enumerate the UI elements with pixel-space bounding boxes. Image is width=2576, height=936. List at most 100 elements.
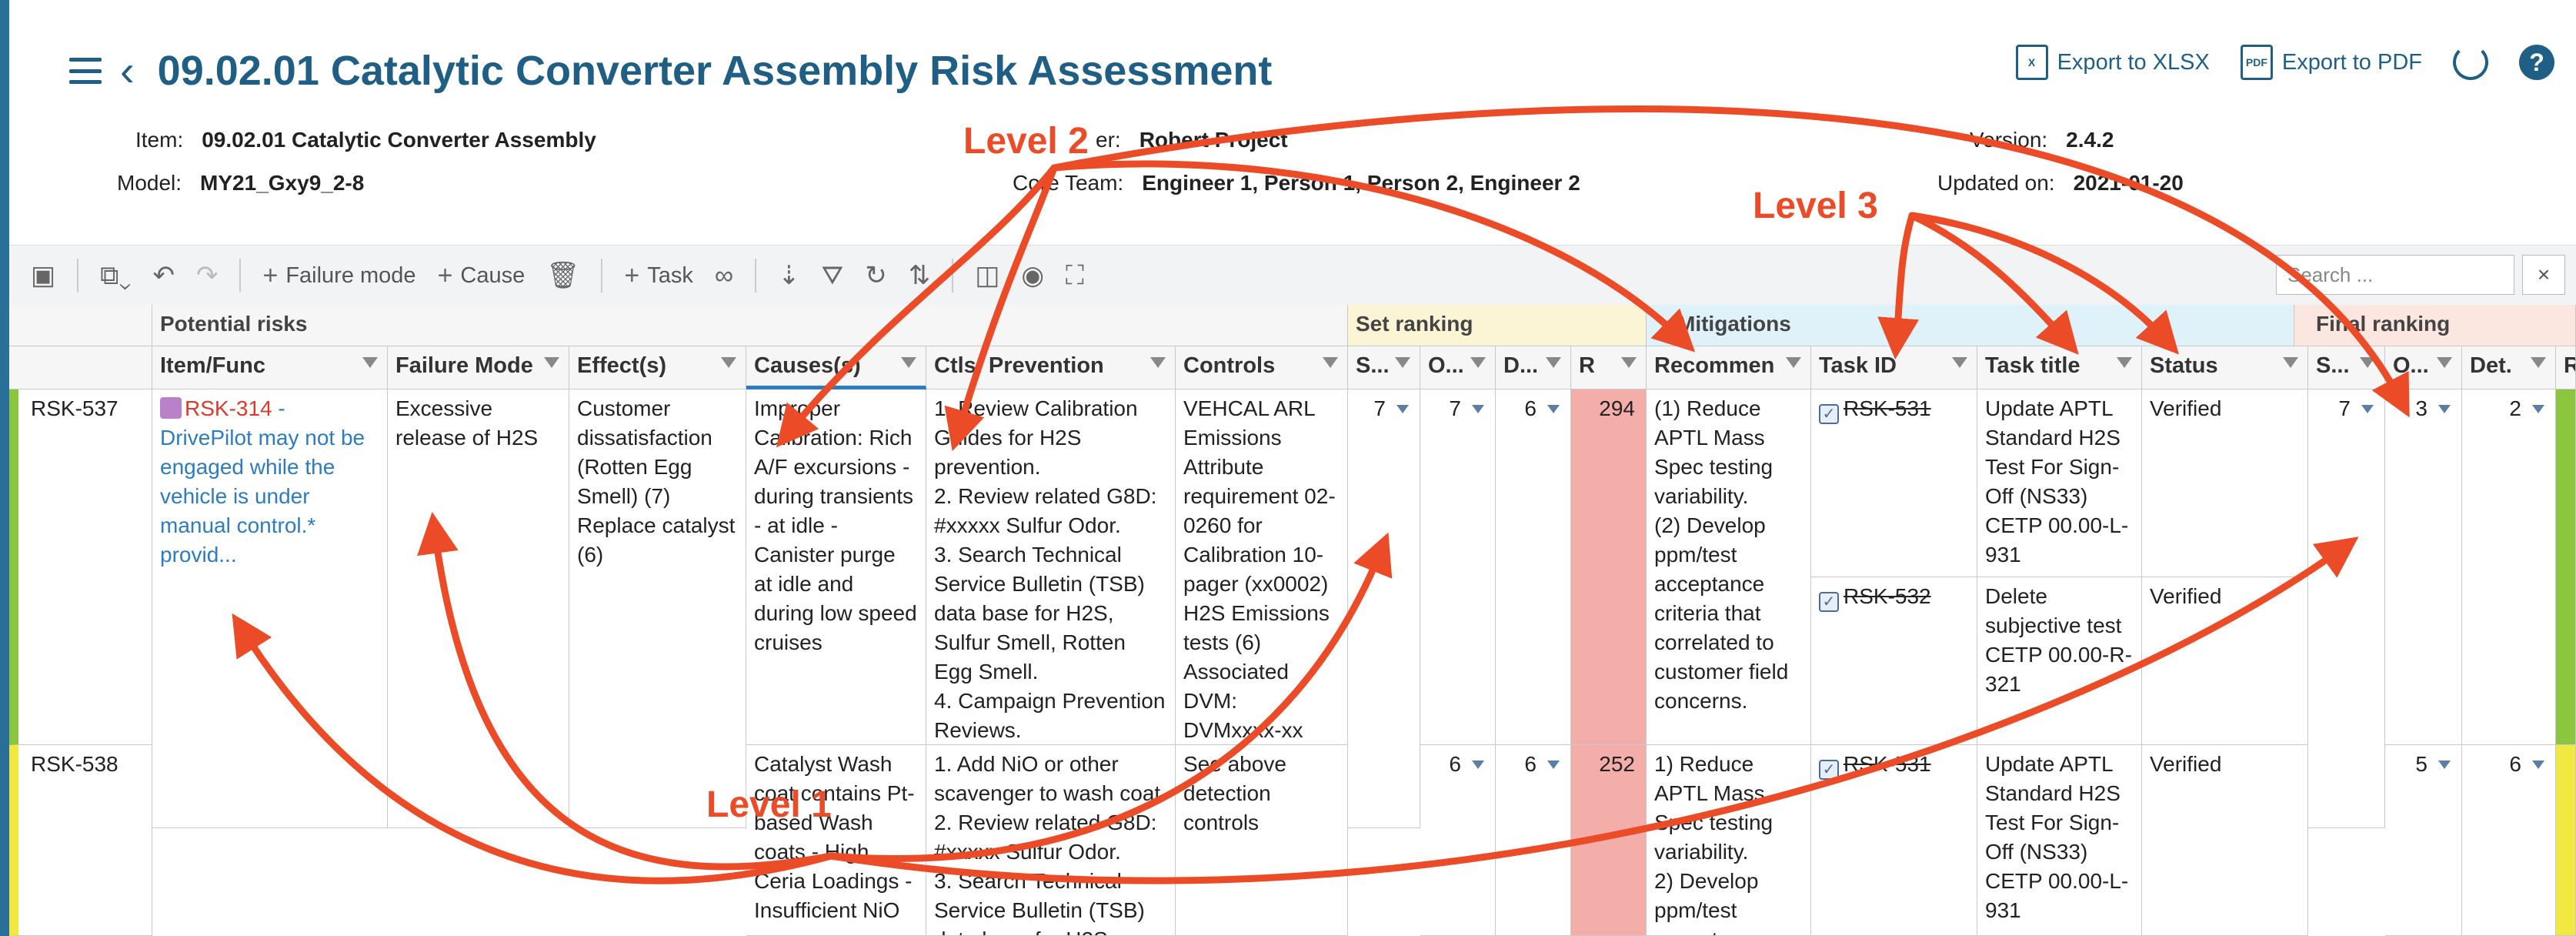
status-cell[interactable]: Verified — [2142, 389, 2308, 577]
col-rpn[interactable]: R — [1571, 346, 1647, 389]
row-id[interactable]: RSK-537 — [9, 389, 152, 745]
dropdown-icon[interactable] — [1396, 405, 1409, 413]
refresh-icon[interactable] — [2453, 45, 2488, 80]
filter-icon[interactable] — [1546, 357, 1561, 368]
col-ctls-prevention[interactable]: Ctls. Prevention — [926, 346, 1176, 389]
final-detection-cell[interactable]: 6 — [2462, 745, 2556, 936]
export-xlsx-button[interactable]: X Export to XLSX — [2015, 45, 2210, 80]
filter-icon[interactable] — [2360, 357, 2375, 368]
fullscreen-button[interactable]: ⛶ — [1066, 261, 1084, 291]
status-cell[interactable]: Verified — [2142, 577, 2308, 745]
dropdown-icon[interactable] — [2532, 760, 2544, 769]
filter-button[interactable]: ⛛ — [822, 261, 844, 291]
checkbox-icon[interactable]: ✓ — [1819, 760, 1839, 780]
filter-icon[interactable] — [2531, 357, 2546, 368]
col-item-func[interactable]: Item/Func — [152, 346, 388, 389]
checkbox-icon[interactable]: ✓ — [1819, 404, 1839, 424]
task-id-value[interactable]: RSK-531 — [1844, 396, 1931, 420]
sort-button[interactable]: ⇣ — [778, 260, 800, 291]
dropdown-icon[interactable] — [1472, 760, 1484, 769]
back-chevron-icon[interactable]: ‹ — [120, 49, 135, 92]
visibility-button[interactable]: ◉ — [1021, 260, 1044, 291]
filter-icon[interactable] — [2117, 357, 2132, 368]
add-cause-button[interactable]: + Cause — [438, 261, 526, 291]
col-final-severity[interactable]: S... — [2308, 346, 2385, 389]
effects-cell[interactable]: Customer dissatisfaction (Rotten Egg Sme… — [569, 389, 746, 828]
export-pdf-button[interactable]: PDF Export to PDF — [2240, 45, 2422, 80]
col-task-title[interactable]: Task title — [1977, 346, 2142, 389]
dropdown-icon[interactable] — [1547, 760, 1560, 769]
filter-icon[interactable] — [1470, 357, 1486, 368]
col-severity[interactable]: S... — [1348, 346, 1420, 389]
final-occurrence-cell[interactable]: 3 — [2385, 389, 2462, 745]
save-button[interactable]: ▣ — [31, 260, 55, 291]
prevention-cell[interactable]: 1. Add NiO or other scavenger to wash co… — [926, 745, 1176, 936]
add-task-button[interactable]: + Task — [624, 261, 693, 291]
col-detection[interactable]: D... — [1496, 346, 1571, 389]
add-failure-mode-button[interactable]: + Failure mode — [262, 261, 415, 291]
col-controls[interactable]: Controls — [1176, 346, 1348, 389]
controls-cell[interactable]: See above detection controls — [1176, 745, 1348, 936]
col-task-id[interactable]: Task ID — [1811, 346, 1977, 389]
help-icon[interactable]: ? — [2519, 45, 2554, 80]
dropdown-icon[interactable] — [2438, 760, 2451, 769]
link-task-button[interactable]: ∞ — [715, 261, 733, 291]
task-id-value[interactable]: RSK-532 — [1844, 584, 1931, 608]
dropdown-icon[interactable] — [1547, 405, 1560, 413]
redo-button[interactable]: ↷ — [196, 260, 219, 291]
col-occurrence[interactable]: O... — [1420, 346, 1496, 389]
occurrence-cell[interactable]: 7 — [1420, 389, 1496, 745]
task-id-value[interactable]: RSK-531 — [1844, 752, 1931, 776]
detection-cell[interactable]: 6 — [1496, 745, 1571, 936]
item-func-cell[interactable]: RSK-314 - DrivePilot may not be engaged … — [152, 389, 388, 828]
filter-icon[interactable] — [1150, 357, 1166, 368]
filter-icon[interactable] — [2283, 357, 2298, 368]
filter-icon[interactable] — [1395, 357, 1410, 368]
task-id-cell[interactable]: ✓ RSK-531 — [1811, 745, 1977, 936]
filter-icon[interactable] — [721, 357, 736, 368]
filter-icon[interactable] — [2437, 357, 2452, 368]
occurrence-cell[interactable]: 6 — [1420, 745, 1496, 936]
final-severity-cell[interactable]: 7 — [2308, 389, 2385, 828]
final-occurrence-cell[interactable]: 5 — [2385, 745, 2462, 936]
menu-icon[interactable] — [69, 58, 102, 84]
filter-icon[interactable] — [544, 357, 559, 368]
swap-button[interactable]: ⇅ — [909, 260, 931, 291]
failure-mode-cell[interactable]: Excessive release of H2S — [388, 389, 569, 828]
status-cell[interactable]: Verified — [2142, 745, 2308, 936]
final-detection-cell[interactable]: 2 — [2462, 389, 2556, 745]
col-status[interactable]: Status — [2142, 346, 2308, 389]
row-id[interactable]: RSK-538 — [9, 745, 152, 936]
col-final-rpn[interactable]: R — [2556, 346, 2576, 389]
col-recommen[interactable]: Recommen — [1647, 346, 1811, 389]
col-final-occurrence[interactable]: O... — [2385, 346, 2462, 389]
col-effects[interactable]: Effect(s) — [569, 346, 746, 389]
filter-icon[interactable] — [1323, 357, 1338, 368]
search-clear-button[interactable]: × — [2522, 255, 2565, 295]
task-id-cell[interactable]: ✓ RSK-532 — [1811, 577, 1977, 745]
search-input[interactable]: Search ... — [2276, 255, 2514, 295]
filter-icon[interactable] — [362, 357, 378, 368]
causes-cell[interactable]: Improper Calibration: Rich A/F excursion… — [746, 389, 926, 745]
task-id-cell[interactable]: ✓ RSK-531 — [1811, 389, 1977, 577]
filter-icon[interactable] — [1786, 357, 1801, 368]
col-failure-mode[interactable]: Failure Mode — [388, 346, 569, 389]
task-title-cell[interactable]: Update APTL Standard H2S Test For Sign-O… — [1977, 745, 2142, 936]
filter-icon[interactable] — [901, 357, 916, 368]
severity-cell[interactable]: 7 — [1348, 389, 1420, 828]
filter-icon[interactable] — [1952, 357, 1967, 368]
prevention-cell[interactable]: 1. Review Calibration Guides for H2S pre… — [926, 389, 1176, 745]
copy-button[interactable]: ⧉⌄ — [100, 261, 131, 291]
recommen-cell[interactable]: 1) Reduce APTL Mass Spec testing variabi… — [1647, 745, 1811, 936]
dropdown-icon[interactable] — [2438, 405, 2451, 413]
undo-button[interactable]: ↶ — [152, 260, 175, 291]
checkbox-icon[interactable]: ✓ — [1819, 592, 1839, 612]
dropdown-icon[interactable] — [2361, 405, 2374, 413]
item-link-id[interactable]: RSK-314 — [185, 396, 272, 420]
reset-button[interactable]: ↻ — [865, 260, 887, 291]
filter-icon[interactable] — [1621, 357, 1637, 368]
columns-button[interactable]: ◫ — [975, 260, 999, 291]
dropdown-icon[interactable] — [2532, 405, 2544, 413]
col-causes[interactable]: Causes(s) — [746, 346, 926, 389]
delete-button[interactable]: 🗑 — [546, 260, 579, 291]
